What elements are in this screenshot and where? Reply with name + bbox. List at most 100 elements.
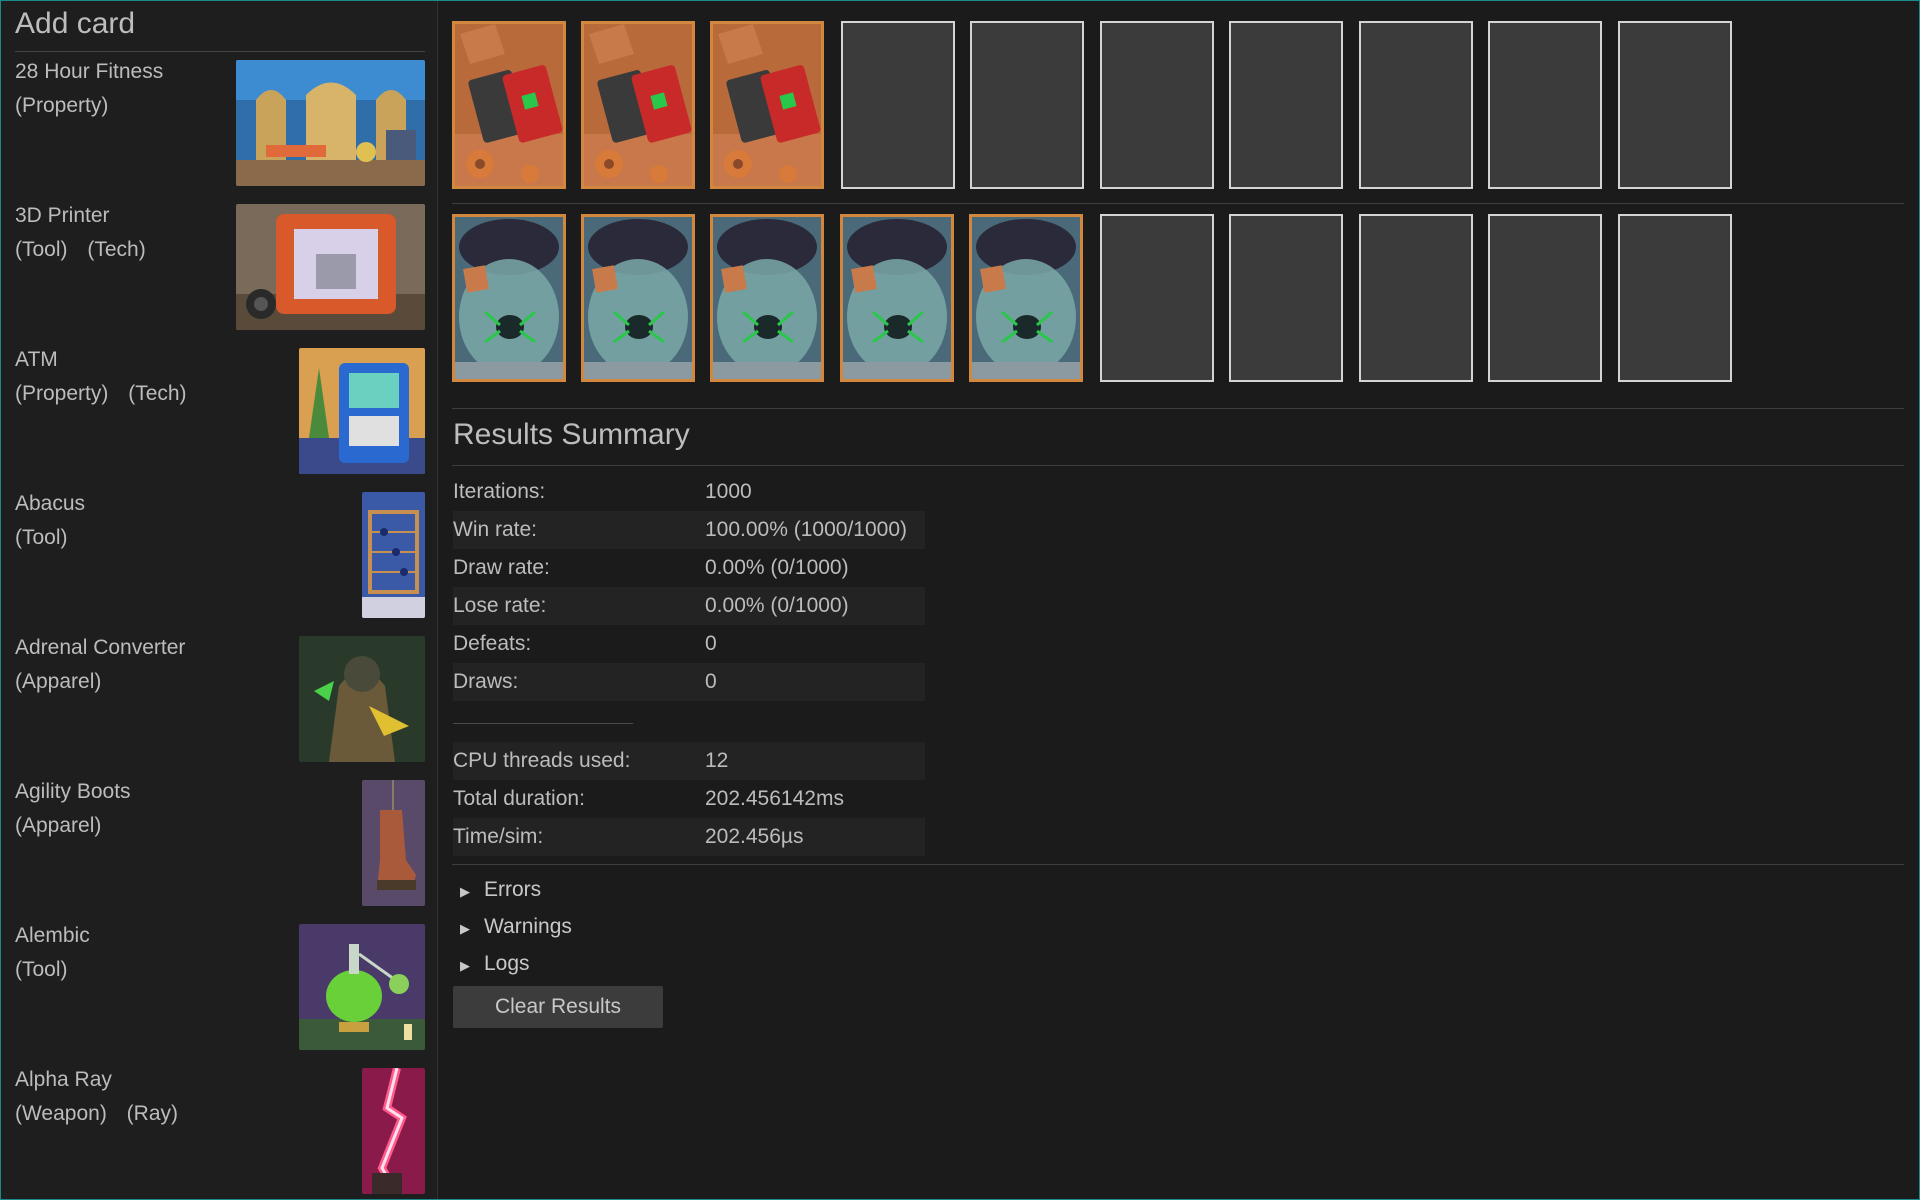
card-name: Adrenal Converter (15, 636, 186, 659)
card-tags: (Tool) (15, 958, 82, 982)
card-name: 3D Printer (15, 204, 110, 227)
section-label: Warnings (484, 915, 572, 938)
card-tag: (Tech) (87, 238, 146, 261)
spider-jar-card-art (843, 217, 951, 379)
stat-value: 202.456142ms (705, 787, 844, 810)
stat-row-draws: Draws: 0 (453, 663, 925, 701)
section-label: Logs (484, 952, 530, 975)
card-name: Alpha Ray (15, 1068, 112, 1091)
board-slot-filled[interactable] (581, 21, 695, 189)
abacus-card-art (362, 492, 425, 618)
card-tags: (Tool) (15, 526, 82, 550)
board-slot-empty[interactable] (1488, 214, 1602, 382)
stat-value: 0 (705, 632, 717, 655)
stat-value: 12 (705, 749, 729, 772)
board-divider (452, 408, 1904, 409)
perf-stats-table: CPU threads used: 12 Total duration: 202… (453, 742, 925, 856)
card-item-abacus[interactable]: Abacus (Tool) (15, 492, 425, 620)
stat-label: Lose rate: (453, 594, 547, 617)
stat-label: Total duration: (453, 787, 585, 810)
card-tags: (Property) (Tech) (15, 382, 201, 406)
card-name: ATM (15, 348, 58, 371)
board-slot-filled[interactable] (710, 21, 824, 189)
board-slot-empty[interactable] (1100, 21, 1214, 189)
card-item-atm[interactable]: ATM (Property) (Tech) (15, 348, 425, 476)
board-slot-empty[interactable] (1359, 214, 1473, 382)
card-tag: (Tool) (15, 958, 68, 981)
lighter-card-art (713, 24, 821, 186)
card-tag: (Tech) (128, 382, 187, 405)
card-tags: (Weapon) (Ray) (15, 1102, 192, 1126)
warnings-section-toggle[interactable]: ▶ Warnings (460, 915, 572, 939)
card-item-adrenal-converter[interactable]: Adrenal Converter (Apparel) (15, 636, 425, 764)
board-slot-empty[interactable] (1100, 214, 1214, 382)
card-item-alembic[interactable]: Alembic (Tool) (15, 924, 425, 1052)
results-stats-table: Iterations: 1000 Win rate: 100.00% (1000… (453, 473, 925, 701)
converter-card-art (299, 636, 425, 762)
card-name: 28 Hour Fitness (15, 60, 164, 83)
board-slot-empty[interactable] (1229, 21, 1343, 189)
ray-card-art (362, 1068, 425, 1194)
spider-jar-card-art (584, 217, 692, 379)
spider-jar-card-art (455, 217, 563, 379)
stat-label: Iterations: (453, 480, 546, 503)
board-slot-empty[interactable] (1618, 214, 1732, 382)
sidebar-title: Add card (15, 7, 136, 40)
stat-label: Defeats: (453, 632, 532, 655)
caret-right-icon: ▶ (460, 958, 470, 973)
board-slot-empty[interactable] (841, 21, 955, 189)
stat-row-lose-rate: Lose rate: 0.00% (0/1000) (453, 587, 925, 625)
card-tag: (Tool) (15, 238, 68, 261)
logs-section-toggle[interactable]: ▶ Logs (460, 952, 530, 976)
card-tag: (Apparel) (15, 670, 102, 693)
printer-card-art (236, 204, 425, 330)
board-slot-filled[interactable] (969, 214, 1083, 382)
board-slot-empty[interactable] (1488, 21, 1602, 189)
board-slot-filled[interactable] (840, 214, 954, 382)
board-slot-filled[interactable] (452, 21, 566, 189)
board-divider (452, 203, 1904, 204)
stat-value: 0.00% (0/1000) (705, 594, 849, 617)
caret-right-icon: ▶ (460, 884, 470, 899)
board-slot-empty[interactable] (1618, 21, 1732, 189)
card-item-agility-boots[interactable]: Agility Boots (Apparel) (15, 780, 425, 908)
boots-card-art (362, 780, 425, 906)
card-tag: (Tool) (15, 526, 68, 549)
card-tag: (Property) (15, 382, 109, 405)
card-item-28-hour-fitness[interactable]: 28 Hour Fitness (Property) (15, 60, 425, 188)
board-slot-empty[interactable] (1359, 21, 1473, 189)
card-tag: (Apparel) (15, 814, 102, 837)
stats-divider (453, 723, 633, 724)
add-card-panel: Add card 28 Hour Fitness (Property) 3D P… (1, 1, 438, 1199)
section-label: Errors (484, 878, 542, 901)
card-tags: (Apparel) (15, 814, 115, 838)
card-tags: (Apparel) (15, 670, 115, 694)
card-tag: (Property) (15, 94, 109, 117)
errors-section-toggle[interactable]: ▶ Errors (460, 878, 541, 902)
card-name: Agility Boots (15, 780, 131, 803)
simulation-panel: Results Summary Iterations: 1000 Win rat… (452, 1, 1904, 1197)
stat-label: Win rate: (453, 518, 538, 541)
card-tags: (Property) (15, 94, 122, 118)
card-name: Alembic (15, 924, 90, 947)
board-slot-empty[interactable] (1229, 214, 1343, 382)
board-slot-empty[interactable] (970, 21, 1084, 189)
lighter-card-art (584, 24, 692, 186)
board-slot-filled[interactable] (710, 214, 824, 382)
board-slot-filled[interactable] (581, 214, 695, 382)
stat-value: 202.456µs (705, 825, 804, 848)
stat-label: Time/sim: (453, 825, 544, 848)
card-tag: (Ray) (126, 1102, 179, 1125)
stat-value: 0 (705, 670, 717, 693)
stat-label: CPU threads used: (453, 749, 631, 772)
spider-jar-card-art (713, 217, 821, 379)
sidebar-divider (15, 51, 425, 52)
clear-results-button[interactable]: Clear Results (453, 986, 663, 1028)
board-slot-filled[interactable] (452, 214, 566, 382)
card-item-3d-printer[interactable]: 3D Printer (Tool) (Tech) (15, 204, 425, 332)
card-item-alpha-ray[interactable]: Alpha Ray (Weapon) (Ray) (15, 1068, 425, 1196)
gym-card-art (236, 60, 425, 186)
spider-jar-card-art (972, 217, 1080, 379)
atm-card-art (299, 348, 425, 474)
card-tags: (Tool) (Tech) (15, 238, 160, 262)
